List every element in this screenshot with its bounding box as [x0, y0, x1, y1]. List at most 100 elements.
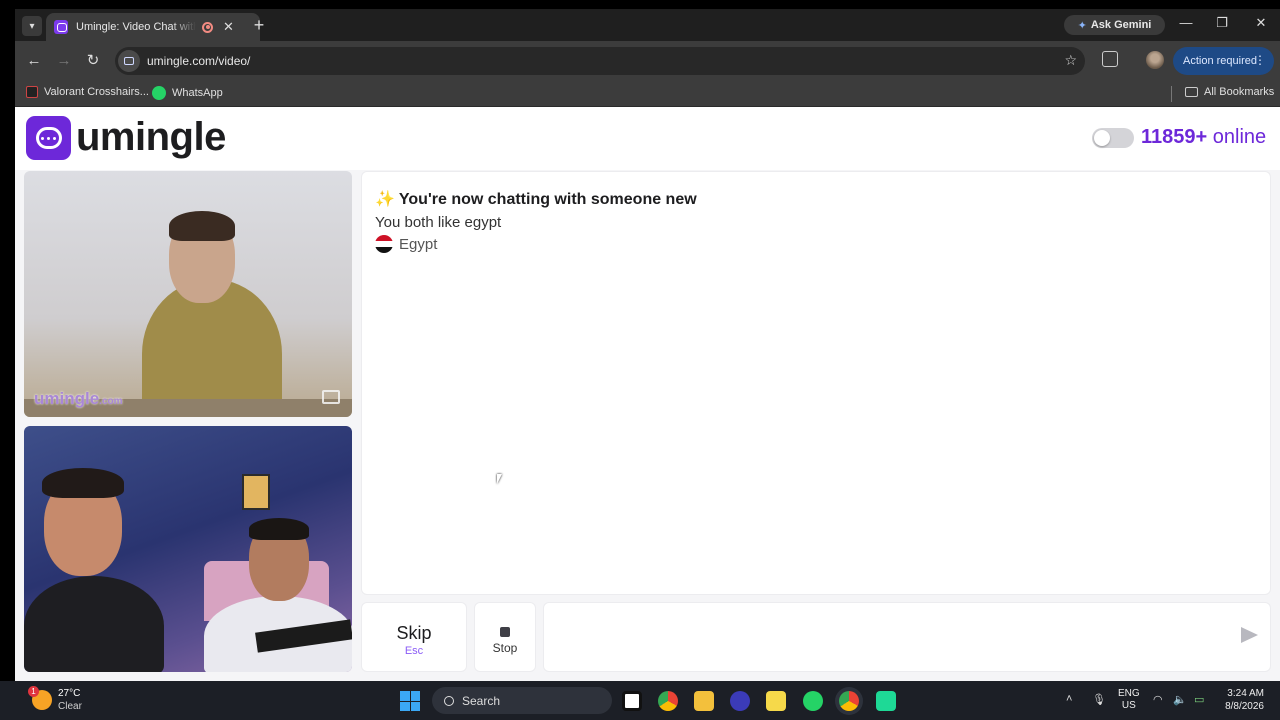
back-button[interactable]: ← — [24, 51, 44, 71]
minimize-button[interactable]: — — [1176, 15, 1196, 30]
whatsapp-taskbar-icon[interactable] — [803, 691, 823, 711]
gemini-sparkle-icon: ✦ — [1077, 19, 1087, 32]
self-video — [24, 426, 352, 672]
egypt-flag-icon — [375, 235, 393, 253]
logo-text[interactable]: umingle — [76, 115, 226, 160]
desktop: ▾ Umingle: Video Chat with Strangers ✕ +… — [0, 0, 1280, 720]
bookmark-label: WhatsApp — [172, 87, 223, 99]
report-flag-icon[interactable] — [322, 390, 340, 404]
tab-strip: ▾ Umingle: Video Chat with Strangers ✕ +… — [15, 9, 1280, 41]
recording-indicator-icon — [202, 21, 213, 33]
action-required-label: Action required — [1183, 55, 1257, 67]
stop-square-icon — [500, 627, 510, 637]
date: 8/8/2026 — [1225, 701, 1264, 712]
stranger-country: Egypt — [375, 235, 437, 253]
weather-condition: Clear — [58, 701, 82, 712]
tab-umingle[interactable]: Umingle: Video Chat with Strangers ✕ — [46, 13, 260, 41]
weather-widget[interactable]: 1 27°C Clear — [28, 686, 82, 713]
country-label: Egypt — [399, 235, 438, 253]
chat-status: ✨ You're now chatting with someone new — [375, 191, 697, 208]
restore-button[interactable]: ❐ — [1212, 15, 1232, 31]
whatsapp-icon — [152, 86, 166, 100]
temperature: 27°C — [58, 688, 81, 699]
skip-shortcut: Esc — [404, 645, 424, 657]
chat-panel: ✨ You're now chatting with someone new Yo… — [361, 171, 1271, 595]
mouse-cursor-icon — [497, 474, 507, 484]
chrome-active-icon[interactable] — [839, 691, 859, 711]
stranger-video: umingle.com — [24, 171, 352, 417]
bookmark-valorant[interactable]: Valorant Crosshairs... — [26, 86, 149, 98]
file-explorer-icon[interactable] — [694, 691, 714, 711]
close-tab-icon[interactable]: ✕ — [223, 19, 234, 35]
umingle-favicon-icon — [54, 20, 68, 34]
skip-label: Skip — [396, 623, 432, 643]
taskbar: 1 27°C Clear Search ˄ 🎙 ENG US ◠ 🔈 ▭ 3:2… — [0, 681, 1280, 720]
person1-hair — [42, 468, 124, 498]
bookmarks-bar: Valorant Crosshairs... WhatsApp All Book… — [15, 81, 1280, 107]
search-label: Search — [462, 693, 501, 708]
tray-overflow-icon[interactable]: ˄ — [1066, 693, 1072, 705]
message-composer — [543, 602, 1271, 672]
app-icon[interactable] — [730, 691, 750, 711]
umingle-page: umingle 11859+ online umingle.com ✨ You'… — [15, 108, 1280, 681]
language-indicator[interactable]: ENG US — [1118, 688, 1140, 712]
microphone-icon[interactable]: 🎙 — [1092, 693, 1106, 706]
stranger-hair — [169, 211, 235, 241]
sparkle-icon: ✨ — [375, 191, 395, 208]
online-label: online — [1212, 126, 1267, 148]
time: 3:24 AM — [1227, 688, 1264, 699]
skip-button[interactable]: Skip Esc — [361, 602, 467, 672]
extensions-icon[interactable] — [1102, 51, 1118, 67]
start-button[interactable] — [400, 691, 420, 711]
umingle-logo-icon[interactable] — [26, 116, 71, 160]
person1-body — [24, 576, 164, 672]
bookmark-separator — [1171, 86, 1172, 102]
all-bookmarks-label: All Bookmarks — [1204, 86, 1275, 98]
person2-hair — [249, 518, 309, 540]
capcut-icon[interactable] — [622, 691, 642, 711]
tab-title: Umingle: Video Chat with Strangers — [76, 21, 196, 33]
browser-toolbar: ← → ↻ umingle.com/video/ ☆ Action requir… — [15, 41, 1280, 81]
video-watermark: umingle.com — [34, 389, 123, 408]
close-window-button[interactable]: ✕ — [1251, 15, 1271, 31]
sun-icon: 1 — [28, 686, 52, 710]
wifi-icon[interactable]: ◠ — [1153, 693, 1163, 706]
profile-avatar[interactable] — [1146, 51, 1164, 69]
online-count: 11859+ — [1141, 126, 1208, 148]
new-tab-button[interactable]: + — [249, 15, 269, 35]
wall-poster — [242, 474, 270, 510]
forward-button[interactable]: → — [54, 51, 74, 71]
weather-badge: 1 — [28, 686, 39, 697]
all-bookmarks-button[interactable]: All Bookmarks — [1185, 86, 1274, 98]
theme-toggle[interactable] — [1092, 128, 1134, 148]
more-menu-icon: ⋮ — [1254, 53, 1266, 67]
send-icon[interactable] — [1241, 627, 1258, 643]
message-input[interactable] — [554, 623, 1204, 653]
bookmark-whatsapp[interactable]: WhatsApp — [152, 86, 223, 100]
ask-gemini-label: Ask Gemini — [1090, 19, 1152, 31]
bookmark-star-icon[interactable]: ☆ — [1064, 52, 1077, 69]
site-header: umingle 11859+ online — [15, 108, 1280, 170]
tab-search-button[interactable]: ▾ — [22, 16, 42, 36]
stop-button[interactable]: Stop — [474, 602, 536, 672]
online-counter: 11859+ online — [1141, 126, 1266, 149]
stop-label: Stop — [492, 641, 518, 655]
ask-gemini-button[interactable]: ✦ Ask Gemini — [1064, 15, 1165, 35]
search-icon — [444, 695, 454, 706]
clock[interactable]: 3:24 AM 8/8/2026 — [1220, 687, 1264, 713]
site-info-icon[interactable] — [118, 50, 140, 72]
chrome-icon[interactable] — [658, 691, 678, 711]
sticky-notes-icon[interactable] — [766, 691, 786, 711]
action-required-button[interactable]: Action required ⋮ — [1173, 47, 1274, 75]
volume-icon[interactable]: 🔈 — [1173, 693, 1187, 706]
address-bar[interactable]: umingle.com/video/ ☆ — [115, 47, 1085, 75]
game-app-icon[interactable] — [876, 691, 896, 711]
battery-icon[interactable]: ▭ — [1194, 693, 1204, 706]
reload-button[interactable]: ↻ — [83, 51, 103, 71]
url-text[interactable]: umingle.com/video/ — [147, 54, 250, 68]
bookmark-label: Valorant Crosshairs... — [44, 86, 149, 98]
folder-icon — [1185, 87, 1198, 97]
valorant-favicon-icon — [26, 86, 38, 98]
common-interest: You both like egypt — [375, 214, 502, 231]
taskbar-search[interactable]: Search — [432, 687, 612, 714]
